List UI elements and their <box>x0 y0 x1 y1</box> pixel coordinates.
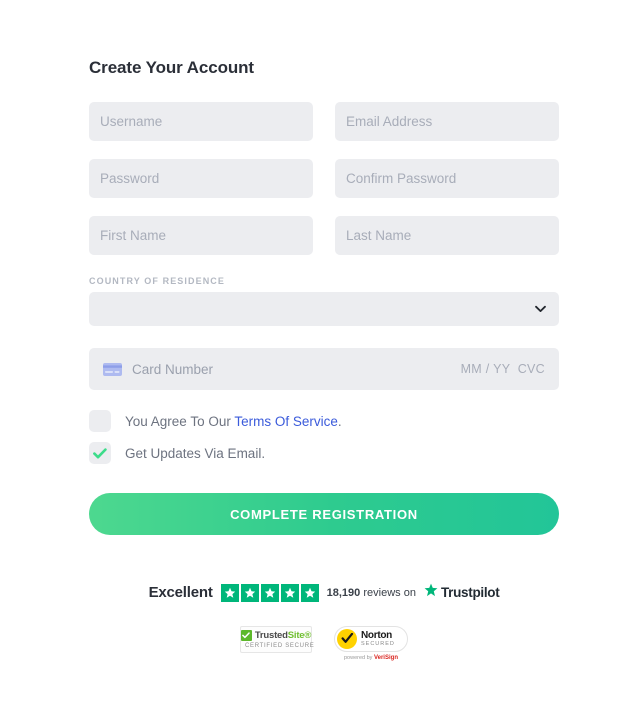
trustedsite-badge[interactable]: TrustedSite® CERTIFIED SECURE <box>240 626 315 653</box>
card-expiry-cvc-placeholder: MM / YY CVC <box>460 362 545 376</box>
star-icon <box>280 583 299 602</box>
star-icon <box>300 583 319 602</box>
trustedsite-subtitle: CERTIFIED SECURE <box>245 643 315 649</box>
first-name-input[interactable] <box>89 216 313 255</box>
trustedsite-name: TrustedSite® <box>254 630 312 641</box>
country-label: Country Of Residence <box>89 276 226 286</box>
password-input[interactable] <box>89 159 313 198</box>
norton-powered-by: powered by VeriSign <box>334 655 408 661</box>
star-icon <box>260 583 279 602</box>
powered-by-text: powered by <box>344 655 374 661</box>
terms-text-after: . <box>337 413 342 429</box>
email-input[interactable] <box>335 102 559 141</box>
checkmark-icon <box>93 447 107 458</box>
review-count: 18,190 reviews on <box>327 587 416 599</box>
registration-page: Create Your Account Country Of Residence <box>0 0 640 713</box>
terms-checkbox[interactable] <box>89 410 111 432</box>
confirm-password-input[interactable] <box>335 159 559 198</box>
trustpilot-star-icon <box>424 583 438 602</box>
reviews-on-text: reviews on <box>360 586 416 599</box>
card-number-placeholder: Card Number <box>132 361 214 377</box>
trustpilot-wordmark: Trustpilot <box>440 585 500 600</box>
form-row-name <box>89 216 559 255</box>
trustedsite-name-part2: Site <box>287 630 305 641</box>
trustedsite-superscript: ® <box>304 630 312 641</box>
last-name-input[interactable] <box>335 216 559 255</box>
star-rating <box>220 583 319 602</box>
updates-checkbox[interactable] <box>89 442 111 464</box>
norton-pill: Norton SECURED <box>334 626 408 652</box>
registration-form: Create Your Account Country Of Residence <box>89 0 559 661</box>
terms-agreement-row[interactable]: You Agree To Our Terms Of Service. <box>89 410 559 432</box>
updates-label: Get Updates Via Email. <box>125 445 266 461</box>
card-input-row[interactable]: Card Number MM / YY CVC <box>89 348 559 390</box>
verisign-wordmark: VeriSign <box>373 655 398 661</box>
page-title: Create Your Account <box>89 58 254 77</box>
complete-registration-button[interactable]: COMPLETE REGISTRATION <box>89 493 559 535</box>
form-row-account <box>89 102 559 141</box>
terms-label: You Agree To Our Terms Of Service. <box>125 414 342 429</box>
security-badges: TrustedSite® CERTIFIED SECURE Norton SEC… <box>89 626 559 661</box>
norton-text: Norton SECURED <box>361 629 395 648</box>
star-icon <box>240 583 259 602</box>
trustpilot-rating: Excellent 18,190 reviews on Trustpilot <box>89 583 559 602</box>
norton-check-icon <box>337 629 357 649</box>
username-input[interactable] <box>89 102 313 141</box>
updates-agreement-row[interactable]: Get Updates Via Email. <box>89 442 559 464</box>
review-count-number: 18,190 <box>326 586 361 599</box>
trustedsite-name-part1: Trusted <box>254 630 288 641</box>
form-row-password <box>89 159 559 198</box>
norton-badge[interactable]: Norton SECURED powered by VeriSign <box>334 626 408 661</box>
terms-of-service-link[interactable]: Terms Of Service <box>234 414 338 429</box>
trustpilot-logo: Trustpilot <box>424 583 500 602</box>
rating-word: Excellent <box>148 584 213 601</box>
norton-name: Norton <box>361 629 392 641</box>
credit-card-icon <box>103 362 122 376</box>
star-icon <box>220 583 239 602</box>
trustedsite-top: TrustedSite® <box>240 630 311 641</box>
norton-secured-label: SECURED <box>361 640 395 647</box>
terms-text-before: You Agree To Our <box>125 413 235 429</box>
country-select[interactable] <box>89 292 559 326</box>
country-select-wrapper[interactable] <box>89 292 559 326</box>
green-check-icon <box>240 630 252 641</box>
